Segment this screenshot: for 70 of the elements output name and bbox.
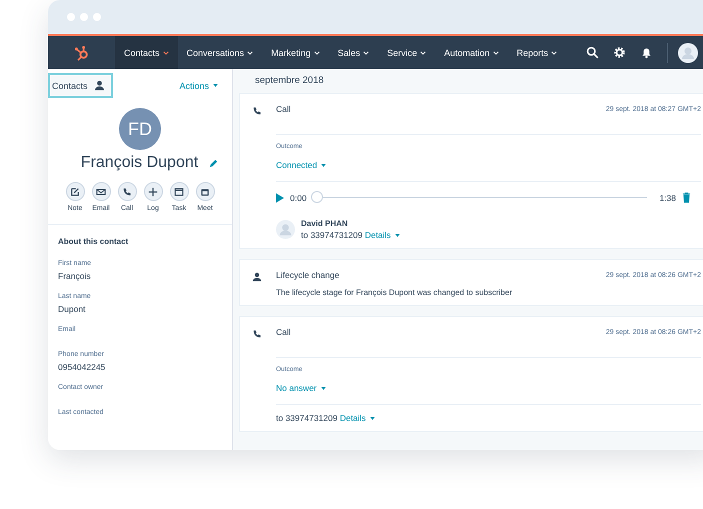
- caret-icon: [162, 50, 169, 54]
- settings-icon[interactable]: [613, 46, 626, 59]
- phone-number: to 33974731209: [301, 230, 362, 240]
- nav-tab[interactable]: Automation: [435, 36, 508, 69]
- event-title: Call: [276, 327, 292, 337]
- phone-icon: [252, 329, 262, 339]
- caret-icon: [394, 234, 400, 236]
- caret-icon: [363, 50, 370, 54]
- outcome-dropdown[interactable]: No answer: [276, 383, 326, 393]
- nav-tab[interactable]: Sales: [328, 36, 378, 69]
- meet-action-button[interactable]: [196, 182, 214, 201]
- person-icon: [94, 80, 105, 91]
- avatar-icon[interactable]: [678, 42, 698, 62]
- caret-icon: [247, 50, 254, 54]
- nav-tab[interactable]: Service: [378, 36, 436, 69]
- nav-tab[interactable]: Contacts: [115, 36, 178, 69]
- task-icon: [174, 186, 184, 196]
- log-icon: [148, 186, 158, 196]
- sprocket-logo-icon: [74, 44, 90, 60]
- field-value: Dupont: [58, 304, 86, 314]
- task-action-button[interactable]: [170, 182, 188, 201]
- caret-icon: [551, 50, 558, 54]
- pencil-icon[interactable]: [208, 158, 220, 168]
- play-icon[interactable]: [276, 192, 284, 202]
- trash-icon[interactable]: [682, 192, 691, 203]
- phone-icon: [252, 106, 262, 116]
- caret-icon: [314, 50, 320, 54]
- nav-tab[interactable]: Marketing: [262, 36, 329, 69]
- note-action-button[interactable]: [66, 182, 84, 201]
- field-value: 0954042245: [58, 362, 106, 372]
- caret-icon: [420, 50, 426, 54]
- caller-name: David PHAN: [301, 219, 349, 228]
- caret-icon: [213, 84, 218, 87]
- phone-number: to 33974731209: [276, 413, 338, 423]
- contacts-back-button[interactable]: Contacts: [48, 73, 113, 98]
- contact-name: François Dupont: [80, 154, 198, 172]
- outcome-dropdown[interactable]: Connected: [276, 160, 326, 170]
- event-title: Call: [276, 104, 292, 114]
- call-icon: [122, 186, 132, 196]
- call-action-button[interactable]: [118, 182, 136, 201]
- bell-icon[interactable]: [640, 46, 653, 59]
- email-icon: [96, 186, 106, 196]
- caret-icon: [320, 386, 326, 390]
- caret-icon: [321, 164, 326, 166]
- field-value: François: [58, 271, 92, 281]
- event-title: Lifecycle change: [276, 270, 340, 280]
- window-dot-icon: [80, 13, 88, 21]
- details-dropdown[interactable]: Details: [340, 413, 375, 423]
- nav-tab[interactable]: Reports: [508, 36, 566, 69]
- window-dot-icon: [93, 13, 101, 21]
- email-action-button[interactable]: [92, 182, 110, 201]
- elapsed-time: 0:00: [290, 192, 307, 202]
- nav-tab[interactable]: Conversations: [178, 36, 262, 69]
- audio-slider-thumb[interactable]: [310, 191, 323, 203]
- caret-icon: [492, 50, 499, 54]
- search-icon[interactable]: [586, 46, 599, 59]
- contact-avatar: FD: [119, 108, 161, 150]
- section-heading: About this contact: [58, 237, 130, 246]
- log-action-button[interactable]: [144, 182, 162, 201]
- avatar-icon: [276, 220, 295, 239]
- details-dropdown[interactable]: Details: [364, 230, 400, 240]
- window-dot-icon: [67, 13, 75, 21]
- actions-dropdown[interactable]: Actions: [173, 80, 224, 92]
- person-icon: [252, 272, 262, 282]
- meet-icon: [200, 186, 210, 196]
- duration: 1:38: [659, 192, 676, 202]
- event-description: The lifecycle stage for François Dupont was changed to subscriber: [276, 288, 514, 297]
- month-heading: septembre 2018: [255, 75, 325, 86]
- note-icon: [70, 186, 80, 196]
- caret-icon: [370, 416, 375, 420]
